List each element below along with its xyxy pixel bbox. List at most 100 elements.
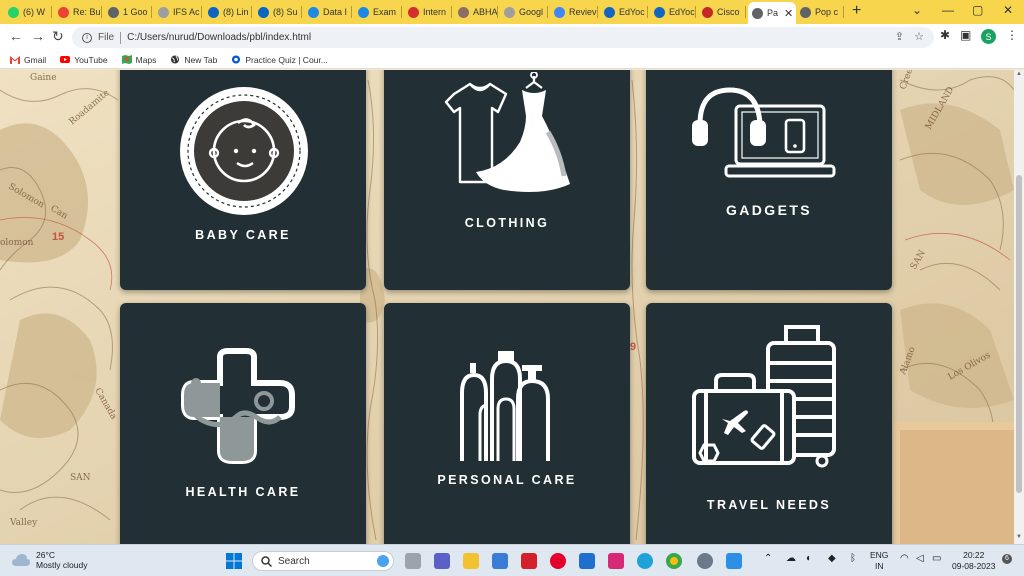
onedrive-icon[interactable]: ☁	[786, 553, 796, 564]
tab-label: IFS Ac	[173, 7, 200, 17]
browser-tab[interactable]: IFS Ac	[154, 3, 202, 21]
close-window-button[interactable]: ✕	[1003, 3, 1013, 17]
taskbar-search[interactable]: Search	[252, 551, 394, 571]
chevron-up-icon[interactable]: ⌃	[764, 553, 772, 564]
language-indicator[interactable]: ENG IN	[870, 550, 888, 572]
file-explorer-icon[interactable]	[463, 553, 479, 569]
url-text[interactable]: C:/Users/nurud/Downloads/pbl/index.html	[127, 32, 311, 43]
browser-tab[interactable]: Intern	[404, 3, 452, 21]
bookmark-new-tab[interactable]: New Tab	[170, 55, 217, 65]
extensions-icon[interactable]: ✱	[940, 28, 950, 42]
app-icon[interactable]	[579, 553, 595, 569]
personal-care-icon	[460, 351, 550, 461]
notification-badge[interactable]: 6	[1002, 554, 1012, 564]
reload-button[interactable]: ↻	[52, 28, 64, 45]
svg-text:olomon: olomon	[0, 238, 34, 248]
scrollbar-thumb[interactable]	[1016, 175, 1022, 493]
browser-tab[interactable]: Exam	[354, 3, 402, 21]
svg-text:SAN: SAN	[70, 473, 91, 483]
clothing-icon	[444, 72, 570, 192]
browser-tab[interactable]: Data I	[304, 3, 352, 21]
browser-tab[interactable]: Pop c	[796, 3, 844, 21]
back-button[interactable]: ←	[9, 28, 23, 44]
chrome-icon[interactable]	[666, 553, 682, 569]
volume-icon[interactable]: ◁	[916, 553, 924, 564]
tab-separator	[251, 6, 252, 18]
browser-toolbar: ← → ↻ i File C:/Users/nurud/Downloads/pb…	[0, 24, 1024, 51]
browser-tab[interactable]: (6) W	[4, 3, 52, 21]
tab-separator	[695, 6, 696, 18]
browser-tab[interactable]: (8) Su	[254, 3, 302, 21]
category-card-personal-care[interactable]: PERSONAL CARE	[384, 303, 630, 544]
new-tab-button[interactable]: +	[852, 2, 861, 20]
bookmark-youtube[interactable]: YouTube	[60, 55, 108, 65]
url-scheme: File	[98, 32, 115, 43]
bookmark-gmail[interactable]: Gmail	[10, 55, 46, 65]
info-icon[interactable]: i	[82, 32, 92, 43]
tab-label: Pa	[767, 8, 779, 18]
wifi-icon[interactable]: ◠	[900, 553, 909, 564]
category-card-health-care[interactable]: HEALTH CARE	[120, 303, 366, 544]
browser-tab[interactable]: Re: Bu	[54, 3, 102, 21]
teams-chat-icon[interactable]	[434, 553, 450, 569]
browser-tab[interactable]: Reviev	[550, 3, 598, 21]
category-card-gadgets[interactable]: GADGETS	[646, 70, 892, 290]
maximize-button[interactable]: ▢	[972, 3, 983, 17]
tab-label: Cisco	[717, 7, 740, 17]
browser-tab[interactable]: Googl	[500, 3, 548, 21]
page-scrollbar[interactable]: ▲ ▼	[1014, 70, 1024, 544]
tab-favicon-icon	[58, 6, 69, 18]
tray-app-icon[interactable]: ◐	[806, 553, 812, 564]
tab-separator	[497, 6, 498, 18]
address-bar[interactable]: i File C:/Users/nurud/Downloads/pbl/inde…	[72, 27, 934, 48]
forward-button[interactable]: →	[31, 28, 45, 44]
mcafee-icon[interactable]	[521, 553, 537, 569]
browser-tab[interactable]: 1 Goo	[104, 3, 152, 21]
profile-avatar[interactable]: S	[981, 29, 996, 44]
settings-gear-icon[interactable]	[697, 553, 713, 569]
menu-icon[interactable]: ⋮	[1006, 28, 1018, 42]
store-icon[interactable]	[492, 553, 508, 569]
browser-tab[interactable]: EdYoc	[600, 3, 648, 21]
browser-tab[interactable]: ABHA	[454, 3, 498, 21]
close-tab-icon[interactable]: ✕	[784, 7, 793, 20]
globe-icon	[171, 55, 180, 64]
vscode-icon[interactable]	[726, 553, 742, 569]
clock-time: 20:22	[963, 550, 985, 560]
share-icon[interactable]: ⇪	[895, 30, 904, 43]
baby-face-icon	[180, 87, 308, 215]
minimize-button[interactable]: —	[942, 3, 954, 17]
category-card-baby-care[interactable]: BABY CARE	[120, 70, 366, 290]
windows-start-icon[interactable]	[226, 553, 242, 569]
battery-icon[interactable]: ▭	[932, 553, 941, 564]
category-card-travel-needs[interactable]: TRAVEL NEEDS	[646, 303, 892, 544]
bluetooth-icon[interactable]: ᛒ	[850, 553, 856, 564]
tab-favicon-icon	[408, 6, 419, 18]
browser-tab[interactable]: EdYoc	[650, 3, 696, 21]
scroll-up-icon[interactable]: ▲	[1016, 71, 1022, 77]
tab-search-icon[interactable]: ⌄	[912, 3, 922, 17]
opera-icon[interactable]	[550, 553, 566, 569]
task-view-icon[interactable]	[405, 553, 421, 569]
region-code: IN	[874, 561, 884, 571]
bookmark-practice-quiz[interactable]: Practice Quiz | Cour...	[231, 55, 328, 65]
tab-favicon-icon	[208, 6, 219, 18]
edge-icon[interactable]	[637, 553, 653, 569]
bookmark-star-icon[interactable]: ☆	[914, 30, 924, 43]
weather-widget[interactable]: 26°C Mostly cloudy	[12, 550, 88, 570]
browser-tab[interactable]: Cisco	[698, 3, 746, 21]
scroll-down-icon[interactable]: ▼	[1016, 534, 1022, 540]
svg-text:15: 15	[52, 231, 64, 243]
bookmark-maps[interactable]: Maps	[121, 55, 156, 65]
clock[interactable]: 20:22 09-08-2023	[952, 550, 995, 572]
tab-separator	[547, 6, 548, 18]
tab-separator	[647, 6, 648, 18]
browser-tab[interactable]: Pa ✕	[748, 2, 796, 24]
instagram-icon[interactable]	[608, 553, 624, 569]
side-panel-icon[interactable]: ▣	[960, 28, 971, 42]
browser-tab[interactable]: (8) Lin	[204, 3, 252, 21]
category-card-clothing[interactable]: CLOTHING	[384, 70, 630, 290]
tab-separator	[351, 6, 352, 18]
tray-app-icon-2[interactable]: ◆	[828, 553, 836, 564]
weather-text: Mostly cloudy	[36, 560, 88, 570]
